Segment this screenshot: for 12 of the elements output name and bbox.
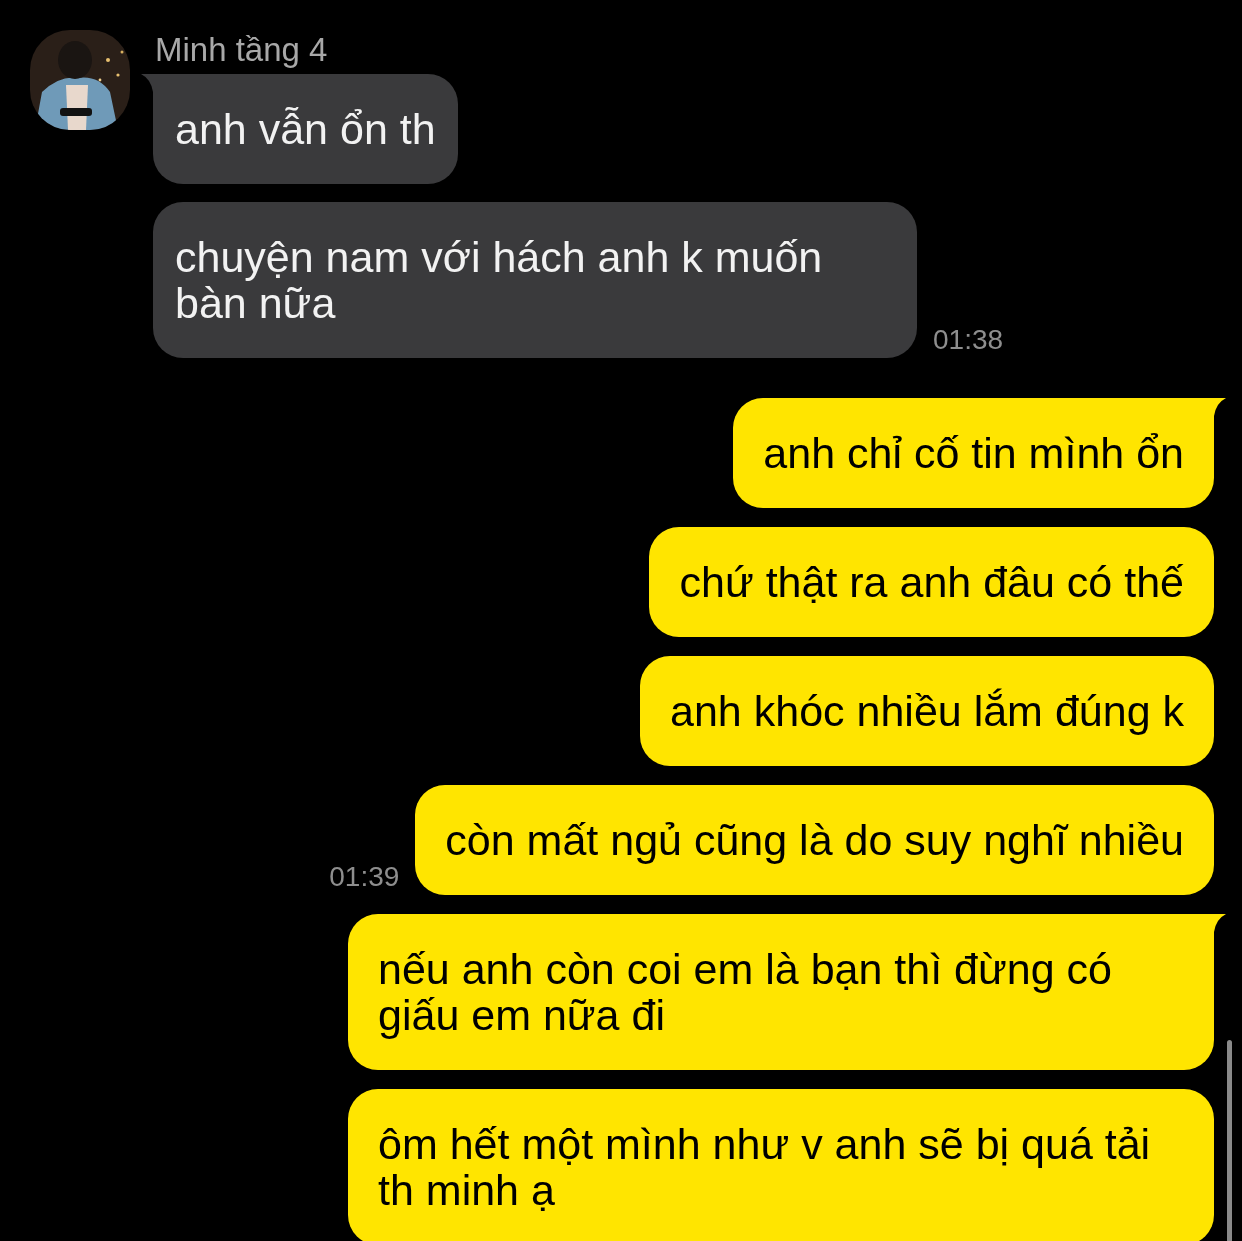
message-time: 01:38 (933, 323, 1004, 357)
message-bubble: ôm hết một mình như v anh sẽ bị quá tải th minh ạ (348, 1089, 1214, 1241)
message-bubble: chuyện nam với hách anh k muốn bàn nữa (153, 202, 917, 358)
message-bubble: chứ thật ra anh đâu có thế (649, 527, 1214, 637)
message-time: 01:39 (329, 860, 400, 894)
bubble-tail (1214, 398, 1226, 416)
scrollbar[interactable] (1227, 1040, 1232, 1241)
bubble-tail (141, 74, 153, 92)
contact-name: Minh tầng 4 (154, 30, 328, 70)
message-bubble: còn mất ngủ cũng là do suy nghĩ nhiều (415, 785, 1214, 895)
message-bubble: anh khóc nhiều lắm đúng k (640, 656, 1214, 766)
bubble-tail (1214, 914, 1226, 932)
